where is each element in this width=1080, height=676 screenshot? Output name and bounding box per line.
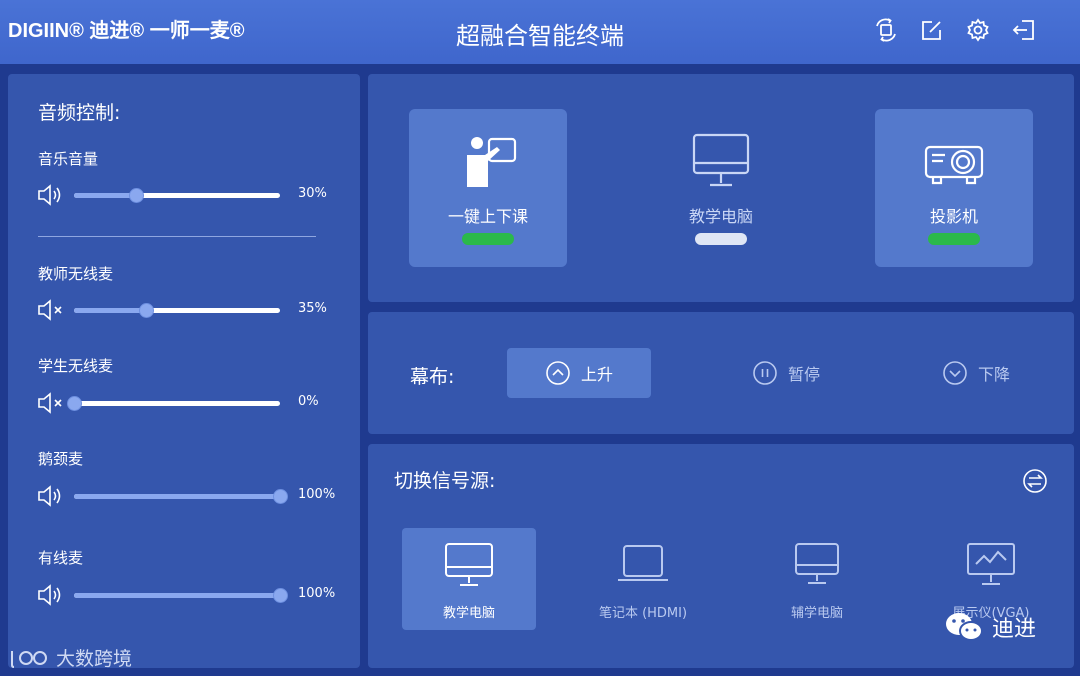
- divider: [38, 236, 316, 237]
- volume-value: 100%: [298, 586, 336, 601]
- speaker-muted-icon[interactable]: [36, 390, 66, 416]
- slider-handle[interactable]: [273, 489, 288, 504]
- volume-slider[interactable]: [74, 588, 288, 603]
- speaker-icon[interactable]: [36, 582, 66, 608]
- card-label: 教学电脑: [688, 207, 753, 226]
- watermark-logo: 大数跨境: [10, 644, 132, 671]
- monitor-icon: [750, 542, 884, 588]
- gear-icon[interactable]: [964, 16, 992, 44]
- teacher-board-icon: [409, 133, 567, 189]
- monitor-icon: [642, 133, 800, 189]
- audio-title: 音频控制:: [38, 102, 121, 124]
- source-label: 笔记本 (HDMI): [598, 606, 688, 621]
- status-indicator: [928, 233, 980, 245]
- button-label: 上升: [580, 365, 613, 384]
- device-panel: 一键上下课 教学电脑 投影机: [368, 74, 1074, 302]
- slider-handle[interactable]: [139, 303, 155, 318]
- signal-source-title: 切换信号源:: [394, 470, 496, 492]
- volume-value: 100%: [298, 487, 336, 502]
- slider-handle[interactable]: [67, 396, 82, 411]
- volume-value: 30%: [298, 186, 327, 201]
- curtain-panel: 幕布: 上升 暂停 下降: [368, 312, 1074, 434]
- button-label: 下降: [977, 365, 1010, 384]
- curtain-up-button[interactable]: 上升: [507, 348, 651, 398]
- volume-slider[interactable]: [74, 188, 280, 203]
- projector-button[interactable]: 投影机: [875, 109, 1033, 267]
- source-label: 辅学电脑: [790, 606, 843, 621]
- status-indicator: [462, 233, 514, 245]
- channel-label: 学生无线麦: [38, 357, 114, 375]
- source-teaching-pc[interactable]: 教学电脑: [402, 528, 536, 630]
- volume-value: 35%: [298, 301, 327, 316]
- volume-row: 30%: [36, 182, 346, 208]
- presentation-icon: [924, 542, 1058, 588]
- watermark-text: 迪进: [992, 617, 1037, 642]
- edit-icon[interactable]: [918, 16, 946, 44]
- header-toolbar: [872, 16, 1038, 44]
- volume-slider[interactable]: [67, 396, 280, 411]
- teaching-pc-button[interactable]: 教学电脑: [642, 109, 800, 267]
- monitor-icon: [402, 542, 536, 588]
- speaker-icon[interactable]: [36, 483, 66, 509]
- card-label: 投影机: [929, 207, 978, 226]
- brand-mark-icon: [11, 650, 47, 668]
- volume-slider[interactable]: [74, 303, 280, 318]
- volume-row: 0%: [36, 390, 346, 416]
- speaker-icon[interactable]: [36, 182, 66, 208]
- wechat-icon: [946, 613, 983, 641]
- volume-slider[interactable]: [74, 489, 288, 504]
- app-header: DIGIIN® 迪进® 一师一麦® 超融合智能终端: [0, 0, 1080, 64]
- button-label: 暂停: [787, 365, 820, 384]
- swap-icon[interactable]: [1022, 468, 1048, 494]
- curtain-label: 幕布:: [410, 366, 455, 388]
- sync-icon[interactable]: [872, 16, 900, 44]
- curtain-down-button[interactable]: 下降: [904, 348, 1048, 398]
- slider-handle[interactable]: [128, 188, 144, 203]
- card-label: 一键上下课: [447, 207, 528, 226]
- watermark-text: 大数跨境: [56, 648, 133, 670]
- speaker-muted-icon[interactable]: [36, 297, 66, 323]
- volume-row: 100%: [36, 483, 346, 509]
- slider-handle[interactable]: [273, 588, 288, 603]
- channel-label: 音乐音量: [38, 150, 99, 168]
- source-label: 教学电脑: [442, 606, 495, 621]
- watermark-wechat: 迪进: [944, 610, 1036, 644]
- source-laptop-hdmi[interactable]: 笔记本 (HDMI): [576, 528, 710, 630]
- source-aux-pc[interactable]: 辅学电脑: [750, 528, 884, 630]
- audio-panel: 音频控制: 音乐音量 30% 教师无线麦 35% 学生无线麦 0% 鹅颈麦 10…: [8, 74, 360, 668]
- volume-row: 100%: [36, 582, 346, 608]
- channel-label: 有线麦: [38, 549, 84, 567]
- volume-value: 0%: [298, 394, 319, 409]
- projector-icon: [875, 133, 1033, 189]
- status-indicator: [695, 233, 747, 245]
- channel-label: 教师无线麦: [38, 265, 114, 283]
- logout-icon[interactable]: [1010, 16, 1038, 44]
- laptop-icon: [576, 542, 710, 588]
- channel-label: 鹅颈麦: [38, 450, 84, 468]
- class-start-button[interactable]: 一键上下课: [409, 109, 567, 267]
- curtain-pause-button[interactable]: 暂停: [714, 348, 858, 398]
- volume-row: 35%: [36, 297, 346, 323]
